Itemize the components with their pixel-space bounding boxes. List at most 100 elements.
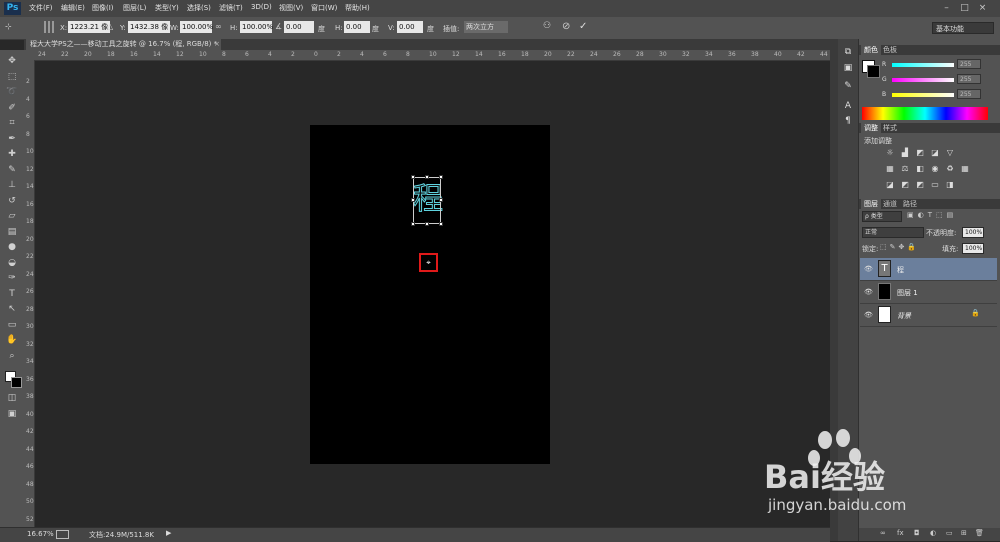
lock-icons[interactable]: ⬚✎✥🔒 xyxy=(880,243,919,251)
healing-tool-icon[interactable]: ✚ xyxy=(5,148,19,160)
color-panel-background-swatch[interactable] xyxy=(867,65,880,78)
g-value[interactable]: 255 xyxy=(957,74,981,84)
eyedropper-tool-icon[interactable]: ✒ xyxy=(5,133,19,145)
tab-channels[interactable]: 通道 xyxy=(883,199,897,209)
y-input[interactable]: 1432.38 像 xyxy=(128,21,170,33)
menu-item[interactable]: 滤镜(T) xyxy=(219,3,243,13)
g-slider[interactable] xyxy=(892,78,954,82)
relative-position-icon[interactable]: △ xyxy=(107,22,113,31)
levels-icon[interactable]: ▟ xyxy=(900,148,910,158)
tab-paths[interactable]: 路径 xyxy=(903,199,917,209)
b-value[interactable]: 255 xyxy=(957,89,981,99)
transform-bounding-box[interactable] xyxy=(413,177,441,224)
move-tool-icon[interactable]: ✥ xyxy=(5,55,19,67)
menu-item[interactable]: 文件(F) xyxy=(29,3,53,13)
x-input[interactable]: 1223.21 像 xyxy=(68,21,110,33)
rotation-pivot-icon[interactable]: ⌖ xyxy=(423,257,434,268)
layer-mask-icon[interactable]: ◘ xyxy=(914,529,920,537)
posterize-icon[interactable]: ◩ xyxy=(900,180,910,190)
blur-tool-icon[interactable]: ● xyxy=(5,241,19,253)
bw-icon[interactable]: ◧ xyxy=(915,164,925,174)
new-layer-icon[interactable]: ⊞ xyxy=(961,529,967,537)
menu-item[interactable]: 图层(L) xyxy=(123,3,146,13)
menu-item[interactable]: 图像(I) xyxy=(92,3,114,13)
shape-tool-icon[interactable]: ▭ xyxy=(5,319,19,331)
height-input[interactable]: 100.00% xyxy=(240,21,273,33)
maximize-button[interactable]: □ xyxy=(958,2,971,14)
gradient-tool-icon[interactable]: ▤ xyxy=(5,226,19,238)
background-color-swatch[interactable] xyxy=(11,377,22,388)
tab-color[interactable]: 颜色 xyxy=(861,45,881,55)
layer-name[interactable]: 图层 1 xyxy=(897,288,918,298)
balance-icon[interactable]: ⚖ xyxy=(900,164,910,174)
tab-swatches[interactable]: 色板 xyxy=(883,45,897,55)
layer-style-icon[interactable]: fx xyxy=(897,529,904,537)
warp-mode-icon[interactable]: ⚇ xyxy=(543,21,551,31)
move-tool-preset-icon[interactable]: ⊹ xyxy=(5,22,12,31)
workspace-select[interactable]: 基本功能 xyxy=(932,22,994,34)
width-input[interactable]: 100.00% xyxy=(180,21,213,33)
transform-handle[interactable] xyxy=(411,222,415,226)
brightness-icon[interactable]: ☼ xyxy=(885,148,895,158)
brush-tool-icon[interactable]: ✎ xyxy=(5,164,19,176)
exposure-icon[interactable]: ◪ xyxy=(930,148,940,158)
stamp-tool-icon[interactable]: ⊥ xyxy=(5,179,19,191)
menu-item[interactable]: 类型(Y) xyxy=(155,3,179,13)
lookup-icon[interactable]: ▦ xyxy=(960,164,970,174)
menu-item[interactable]: 选择(S) xyxy=(187,3,211,13)
dodge-tool-icon[interactable]: ◒ xyxy=(5,257,19,269)
vskew-input[interactable]: 0.00 xyxy=(397,21,423,33)
mixer-icon[interactable]: ♻ xyxy=(945,164,955,174)
tab-adjustments[interactable]: 调整 xyxy=(861,123,881,133)
b-slider[interactable] xyxy=(892,93,954,97)
zoom-tool-icon[interactable]: ⌕ xyxy=(5,350,19,362)
opacity-input[interactable]: 100% xyxy=(962,227,984,238)
commit-transform-icon[interactable]: ✓ xyxy=(579,21,587,32)
transform-handle[interactable] xyxy=(439,222,443,226)
tab-layers[interactable]: 图层 xyxy=(861,199,881,209)
menu-item[interactable]: 编辑(E) xyxy=(61,3,85,13)
visibility-eye-icon[interactable]: 👁 xyxy=(864,288,873,296)
layer-filter-icons[interactable]: ▣◐T⬚▤ xyxy=(907,211,957,219)
crop-tool-icon[interactable]: ⌗ xyxy=(5,117,19,129)
path-select-tool-icon[interactable]: ↖ xyxy=(5,303,19,315)
quick-select-tool-icon[interactable]: ✐ xyxy=(5,102,19,114)
hue-icon[interactable]: ▦ xyxy=(885,164,895,174)
menu-item[interactable]: 帮助(H) xyxy=(345,3,370,13)
status-menu-arrow-icon[interactable]: ▶ xyxy=(166,529,171,537)
swatch-panel-icon[interactable]: ▣ xyxy=(841,62,855,75)
visibility-eye-icon[interactable]: 👁 xyxy=(864,311,873,319)
transform-handle[interactable] xyxy=(411,175,415,179)
transform-handle[interactable] xyxy=(439,175,443,179)
menu-item[interactable]: 视图(V) xyxy=(279,3,303,13)
transform-handle[interactable] xyxy=(425,175,429,179)
tab-styles[interactable]: 样式 xyxy=(883,123,897,133)
background-thumbnail[interactable] xyxy=(878,306,891,323)
marquee-tool-icon[interactable]: ⬚ xyxy=(5,71,19,83)
layer1-thumbnail[interactable] xyxy=(878,283,891,300)
eraser-tool-icon[interactable]: ▱ xyxy=(5,210,19,222)
color-spectrum-ramp[interactable] xyxy=(862,107,988,120)
r-slider[interactable] xyxy=(892,63,954,67)
transform-handle[interactable] xyxy=(411,198,415,202)
gradient-map-icon[interactable]: ▭ xyxy=(930,180,940,190)
character-panel-icon[interactable]: A xyxy=(841,100,855,113)
document-tab[interactable]: 程大大学PS之——移动工具之旋转 @ 16.7% (程, RGB/8) * xyxy=(26,39,222,50)
lasso-tool-icon[interactable]: ➰ xyxy=(5,86,19,98)
interpolation-select[interactable]: 两次立方 xyxy=(464,21,508,33)
history-panel-icon[interactable]: ⧉ xyxy=(841,46,855,59)
transform-handle[interactable] xyxy=(425,222,429,226)
reference-point-icon[interactable] xyxy=(44,21,56,33)
history-brush-icon[interactable]: ↺ xyxy=(5,195,19,207)
screen-mode-icon[interactable]: ▣ xyxy=(5,408,19,420)
new-adjustment-icon[interactable]: ◐ xyxy=(930,529,936,537)
curves-icon[interactable]: ◩ xyxy=(915,148,925,158)
selective-color-icon[interactable]: ◨ xyxy=(945,180,955,190)
photo-filter-icon[interactable]: ◉ xyxy=(930,164,940,174)
paragraph-panel-icon[interactable]: ¶ xyxy=(841,115,855,128)
invert-icon[interactable]: ◪ xyxy=(885,180,895,190)
blend-mode-select[interactable]: 正常 xyxy=(862,227,924,238)
r-value[interactable]: 255 xyxy=(957,59,981,69)
menu-item[interactable]: 窗口(W) xyxy=(311,3,337,13)
type-tool-icon[interactable]: T xyxy=(5,288,19,300)
